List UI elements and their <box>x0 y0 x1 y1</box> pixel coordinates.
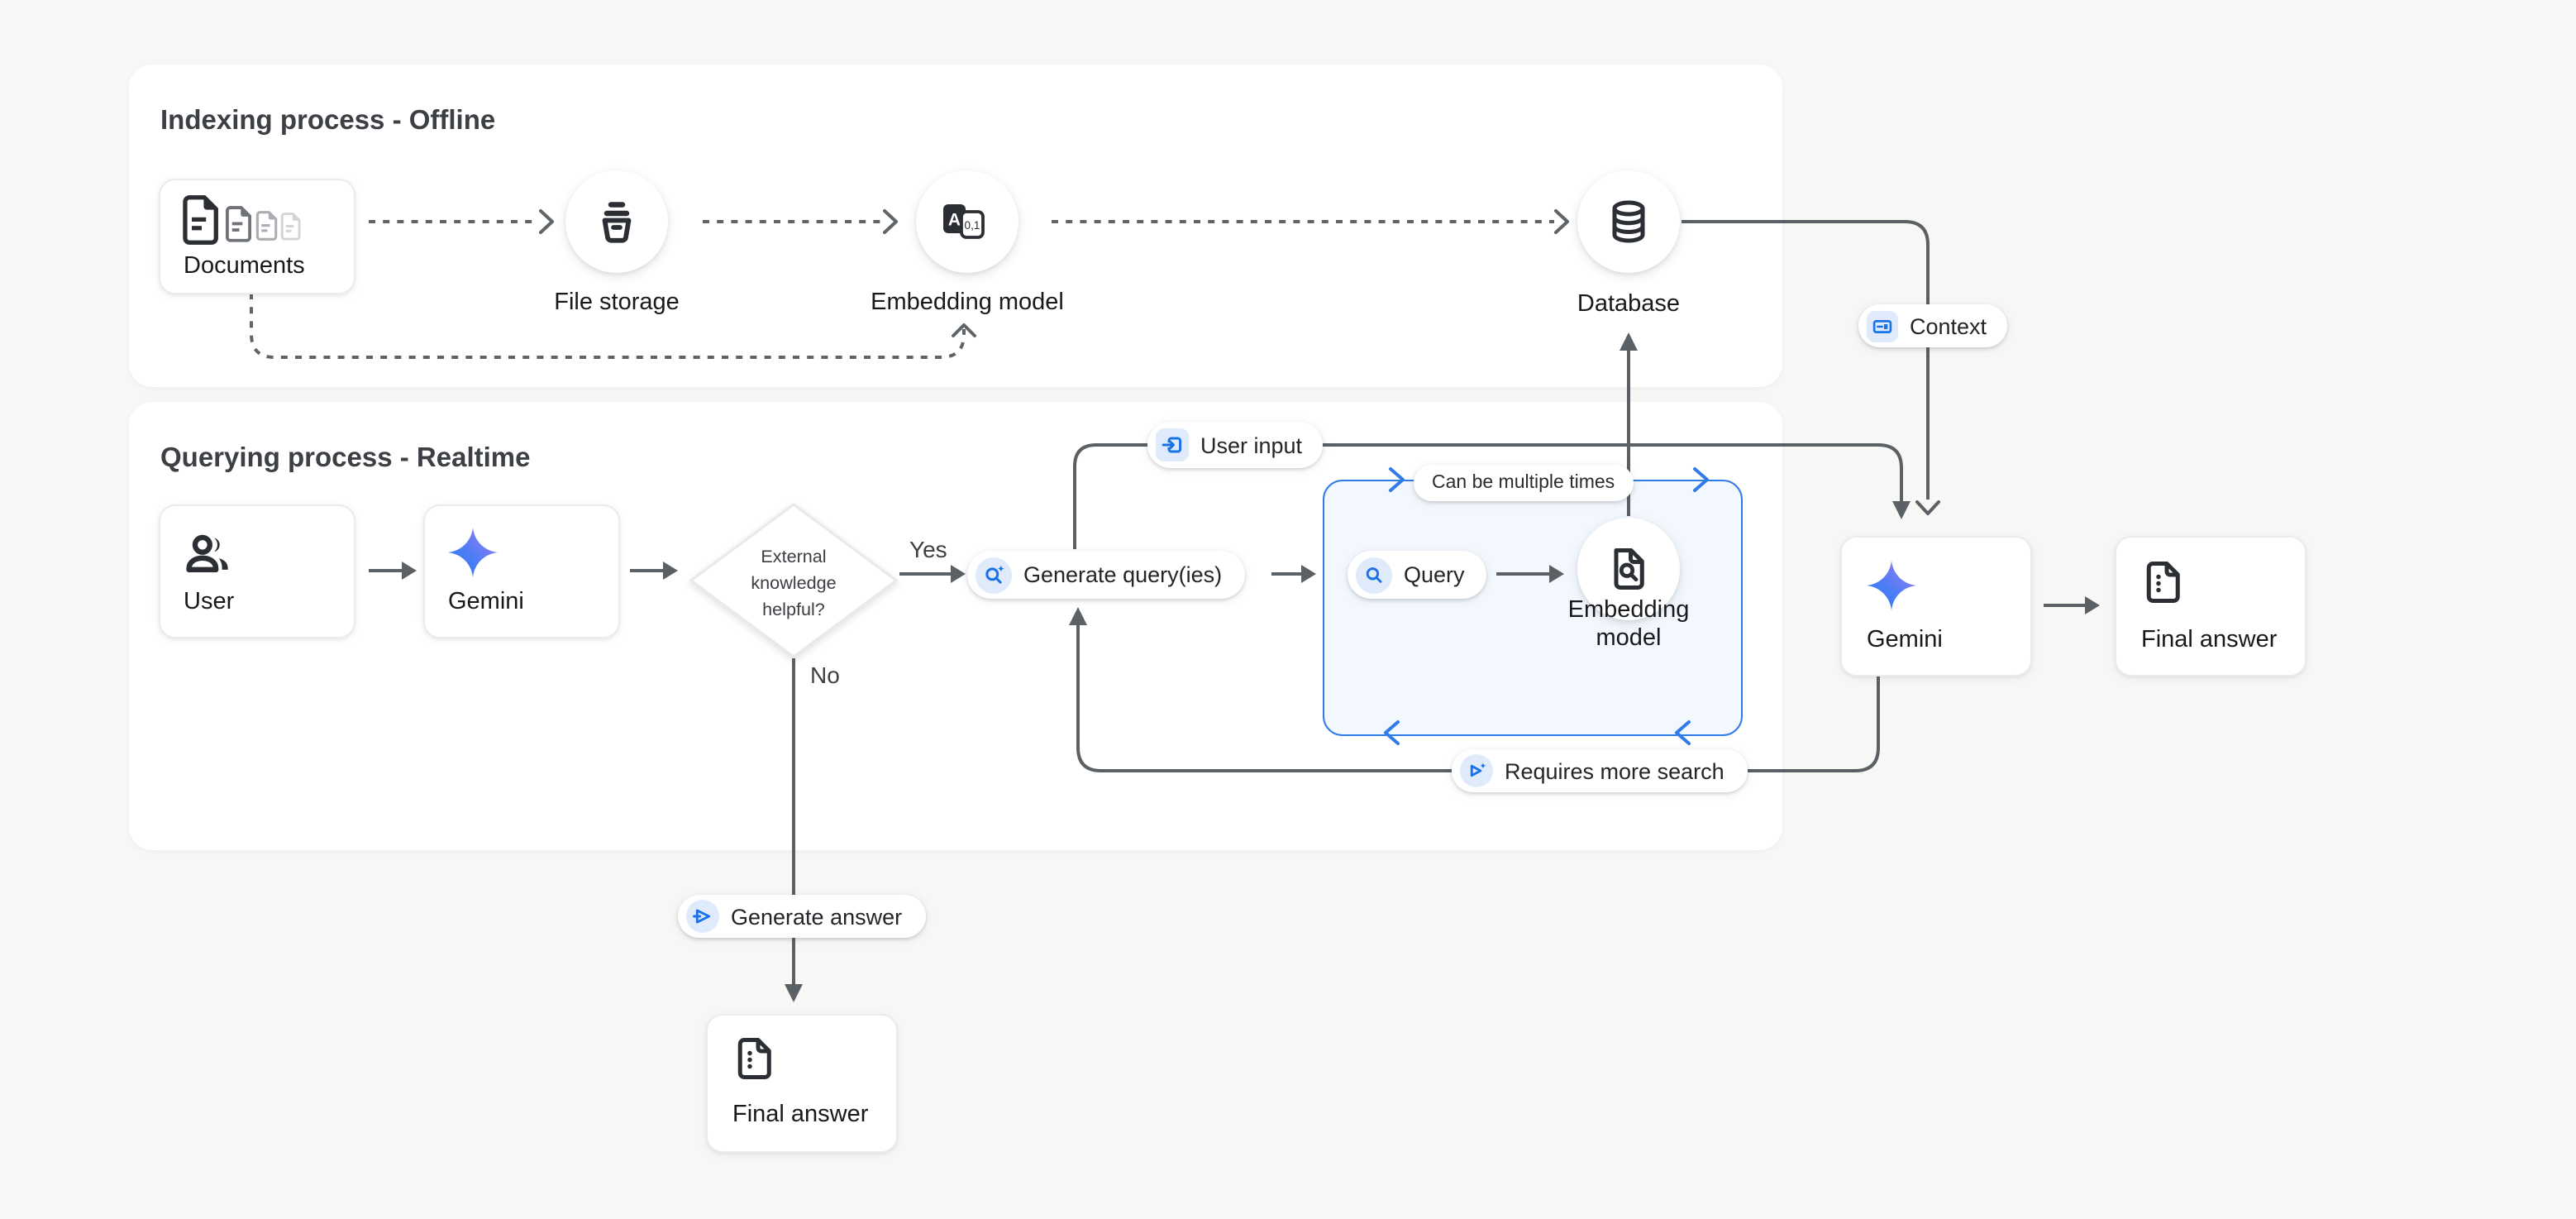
context-pill[interactable]: Context <box>1858 304 2006 347</box>
file-storage-node[interactable] <box>565 170 668 273</box>
storage-icon <box>592 197 642 246</box>
gemini-label: Gemini <box>448 589 524 615</box>
no-edge-label: No <box>810 662 840 688</box>
query-label: Query <box>1404 562 1465 587</box>
context-arrowhead <box>1917 502 1939 514</box>
gemini-icon <box>445 524 501 581</box>
query-pill[interactable]: Query <box>1348 551 1486 599</box>
querying-panel-title: Querying process - Realtime <box>160 443 531 475</box>
final-answer-right-node[interactable]: Final answer <box>2115 536 2306 676</box>
decision-text: External knowledge helpful? <box>724 544 863 624</box>
can-be-multiple-times-pill: Can be multiple times <box>1414 465 1633 501</box>
final-answer-right-label: Final answer <box>2141 627 2277 653</box>
can-be-multiple-times-label: Can be multiple times <box>1432 473 1615 493</box>
gemini-final-label: Gemini <box>1867 627 1943 653</box>
diagram-canvas: Indexing process - Offline Querying proc… <box>0 0 2576 1219</box>
document-search-icon <box>1604 544 1653 594</box>
final-answer-document-icon <box>731 1034 780 1083</box>
final-answer-bottom-node[interactable]: Final answer <box>706 1014 898 1153</box>
generate-queries-pill[interactable]: Generate query(ies) <box>967 551 1245 599</box>
requires-more-search-label: Requires more search <box>1505 758 1724 783</box>
indexing-panel-title: Indexing process - Offline <box>160 106 495 137</box>
requires-more-search-pill[interactable]: Requires more search <box>1452 749 1748 792</box>
play-spark-icon <box>1460 754 1493 787</box>
yes-edge-label: Yes <box>909 536 947 562</box>
gemini-final-node[interactable]: Gemini <box>1840 536 2032 676</box>
context-label: Context <box>1910 313 1987 338</box>
database-label: Database <box>1577 291 1680 318</box>
svg-text:A: A <box>948 209 961 228</box>
context-icon <box>1867 310 1898 342</box>
documents-icon <box>182 195 308 248</box>
file-storage-label: File storage <box>554 289 680 316</box>
input-icon <box>1156 428 1189 461</box>
dashed-arrowheads <box>541 211 1567 336</box>
gemini-node[interactable]: Gemini <box>423 504 620 638</box>
documents-node[interactable]: Documents <box>159 179 355 294</box>
embedding-model-offline-node[interactable]: A 0,1 <box>916 170 1018 273</box>
embedding-model-realtime-label: Embedding model <box>1558 597 1700 655</box>
final-answer-document-icon <box>2140 557 2189 607</box>
documents-label: Documents <box>184 253 305 280</box>
embedding-model-icon: A 0,1 <box>941 199 994 244</box>
generate-answer-pill[interactable]: Generate answer <box>678 895 925 938</box>
user-label: User <box>184 589 234 615</box>
users-icon <box>182 531 235 577</box>
search-spark-icon <box>976 557 1012 593</box>
database-icon <box>1604 197 1653 246</box>
gemini-icon <box>1863 557 1920 614</box>
solid-edges <box>369 222 2085 984</box>
svg-text:0,1: 0,1 <box>965 218 980 231</box>
send-icon <box>686 900 719 933</box>
embedding-model-offline-label: Embedding model <box>871 289 1064 316</box>
user-input-pill[interactable]: User input <box>1147 422 1322 468</box>
final-answer-bottom-label: Final answer <box>732 1102 868 1128</box>
search-icon <box>1356 557 1392 593</box>
user-input-label: User input <box>1200 433 1302 457</box>
generate-queries-label: Generate query(ies) <box>1023 562 1222 587</box>
database-node[interactable] <box>1577 170 1680 273</box>
generate-answer-label: Generate answer <box>731 904 902 929</box>
user-node[interactable]: User <box>159 504 355 638</box>
